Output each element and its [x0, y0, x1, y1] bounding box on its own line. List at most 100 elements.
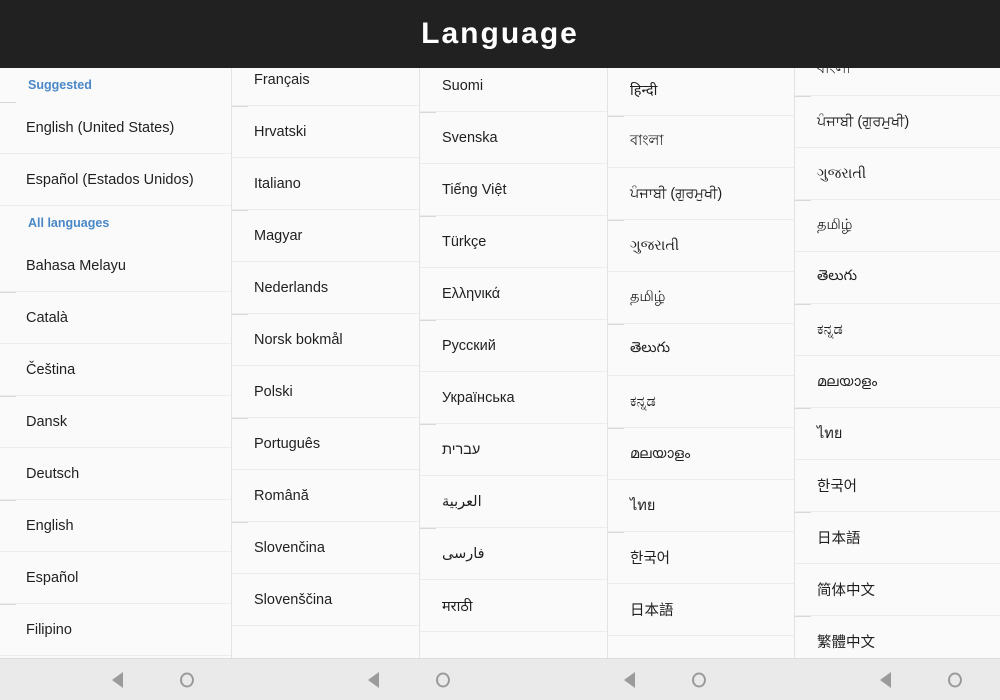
- language-label: Suomi: [442, 77, 484, 94]
- language-list-item[interactable]: 简体中文: [795, 564, 1000, 616]
- language-label: 日本語: [817, 531, 861, 547]
- language-list-item[interactable]: தமிழ்: [608, 272, 794, 324]
- language-list-panel[interactable]: Suggested English (United States) Español …: [0, 68, 232, 658]
- language-list-item[interactable]: ਪੰਜਾਬੀ (ਗੁਰਮੁਖੀ): [608, 168, 794, 220]
- language-list-item[interactable]: Español (Estados Unidos): [0, 154, 231, 206]
- scroll-edge-tick: [0, 292, 16, 293]
- language-list-item[interactable]: Hrvatski: [232, 106, 419, 158]
- language-list: Suomi Svenska Tiếng Việt Türkçe Ελληνικά Русс…: [420, 68, 607, 632]
- language-list-item[interactable]: Suomi: [420, 68, 607, 112]
- language-list-item[interactable]: Français: [232, 68, 419, 106]
- app-header: Language: [0, 0, 1000, 68]
- language-label: Italiano: [254, 175, 301, 192]
- scroll-edge-tick: [232, 314, 248, 315]
- scroll-edge-tick: [608, 116, 624, 117]
- language-list-item[interactable]: Nederlands: [232, 262, 419, 314]
- language-panels-container: Suggested English (United States) Español …: [0, 68, 1000, 658]
- language-list-item[interactable]: Filipino: [0, 604, 231, 656]
- home-circle-icon[interactable]: [436, 672, 450, 687]
- language-list-panel[interactable]: Suomi Svenska Tiếng Việt Türkçe Ελληνικά Русс…: [420, 68, 608, 658]
- language-list-item[interactable]: ગુજરાતી: [608, 220, 794, 272]
- language-list-item[interactable]: ਪੰਜਾਬੀ (ਗੁਰਮੁਖੀ): [795, 96, 1000, 148]
- language-list-item[interactable]: Slovenščina: [232, 574, 419, 626]
- language-list-item[interactable]: ไทย: [795, 408, 1000, 460]
- language-list-item[interactable]: Română: [232, 470, 419, 522]
- language-list-item[interactable]: Türkçe: [420, 216, 607, 268]
- language-label: 日本語: [630, 603, 674, 619]
- language-list-item[interactable]: Polski: [232, 366, 419, 418]
- language-list-item[interactable]: മലയാളം: [795, 356, 1000, 408]
- language-list: हिन्दी বাংলা ਪੰਜਾਬੀ (ਗੁਰਮੁਖੀ) ગુજરાતી தமிழ் త…: [608, 68, 794, 636]
- language-label: தமிழ்: [817, 216, 853, 233]
- language-list-item[interactable]: ไทย: [608, 480, 794, 532]
- language-label: ગુજરાતી: [817, 165, 867, 182]
- language-list-item[interactable]: मराठी: [420, 580, 607, 632]
- back-triangle-icon[interactable]: [112, 671, 123, 688]
- language-list-item[interactable]: 日本語: [795, 512, 1000, 564]
- language-list-item[interactable]: Norsk bokmål: [232, 314, 419, 366]
- scroll-edge-tick: [420, 112, 436, 113]
- back-triangle-icon[interactable]: [624, 671, 635, 688]
- language-label: العربية: [442, 493, 482, 510]
- language-list-panel[interactable]: Français Hrvatski Italiano Magyar Nederlands…: [232, 68, 420, 658]
- home-circle-icon[interactable]: [948, 672, 962, 687]
- language-label: Deutsch: [26, 465, 80, 482]
- language-list-item[interactable]: தமிழ்: [795, 200, 1000, 252]
- language-list-item[interactable]: فارسی: [420, 528, 607, 580]
- language-list-item[interactable]: Català: [0, 292, 231, 344]
- language-list-item[interactable]: Русский: [420, 320, 607, 372]
- language-label: Українська: [442, 389, 515, 406]
- language-list: Français Hrvatski Italiano Magyar Nederlands…: [232, 68, 419, 626]
- language-list-item[interactable]: বাংলা: [608, 116, 794, 168]
- language-label: فارسی: [442, 545, 485, 562]
- back-triangle-icon[interactable]: [880, 671, 891, 688]
- scroll-edge-tick: [795, 96, 811, 97]
- language-list-item[interactable]: 한국어: [608, 532, 794, 584]
- list-section-header: Suggested: [0, 68, 231, 102]
- language-list-item[interactable]: മലയാളം: [608, 428, 794, 480]
- language-list-item[interactable]: Bahasa Melayu: [0, 240, 231, 292]
- language-list-item[interactable]: ಕನ್ನಡ: [608, 376, 794, 428]
- language-list-item[interactable]: ಕನ್ನಡ: [795, 304, 1000, 356]
- language-list-item[interactable]: Ελληνικά: [420, 268, 607, 320]
- language-label: മലയാളം: [817, 373, 878, 390]
- language-list-item[interactable]: Svenska: [420, 112, 607, 164]
- language-label: English (United States): [26, 119, 175, 136]
- language-list-item[interactable]: తెలుగు: [795, 252, 1000, 304]
- language-list-item[interactable]: Čeština: [0, 344, 231, 396]
- language-label: Slovenčina: [254, 539, 325, 556]
- language-list-item[interactable]: English: [0, 500, 231, 552]
- language-list-panel[interactable]: हिन्दी বাংলা ਪੰਜਾਬੀ (ਗੁਰਮੁਖੀ) ગુજરાતી தமிழ் త…: [608, 68, 795, 658]
- language-label: Nederlands: [254, 279, 329, 296]
- language-list-item[interactable]: 繁體中文: [795, 616, 1000, 658]
- language-list-item[interactable]: বাংলা: [795, 68, 1000, 96]
- home-circle-icon[interactable]: [692, 672, 706, 687]
- section-label: Suggested: [28, 78, 92, 92]
- language-list-item[interactable]: Slovenčina: [232, 522, 419, 574]
- language-list-item[interactable]: Українська: [420, 372, 607, 424]
- language-label: ગુજરાતી: [630, 237, 680, 254]
- language-list-item[interactable]: हिन्दी: [608, 68, 794, 116]
- home-circle-icon[interactable]: [180, 672, 194, 687]
- language-list-item[interactable]: Italiano: [232, 158, 419, 210]
- language-list-item[interactable]: Tiếng Việt: [420, 164, 607, 216]
- language-list-item[interactable]: Português: [232, 418, 419, 470]
- scroll-edge-tick: [608, 324, 624, 325]
- language-list-item[interactable]: עברית: [420, 424, 607, 476]
- language-list-item[interactable]: Dansk: [0, 396, 231, 448]
- language-label: 繁體中文: [817, 635, 875, 651]
- language-list-item[interactable]: తెలుగు: [608, 324, 794, 376]
- language-list-item[interactable]: Español: [0, 552, 231, 604]
- language-list-item[interactable]: Deutsch: [0, 448, 231, 500]
- language-list-item[interactable]: 한국어: [795, 460, 1000, 512]
- back-triangle-icon[interactable]: [368, 671, 379, 688]
- language-label: Español: [26, 569, 79, 586]
- language-list-item[interactable]: 日本語: [608, 584, 794, 636]
- language-list-panel[interactable]: বাংলা ਪੰਜਾਬੀ (ਗੁਰਮੁਖੀ) ગુજરાતી தமிழ் తెలుగు ಕ…: [795, 68, 1000, 658]
- language-list-item[interactable]: English (United States): [0, 102, 231, 154]
- language-list-item[interactable]: Magyar: [232, 210, 419, 262]
- language-label: Ελληνικά: [442, 285, 501, 302]
- language-list-item[interactable]: العربية: [420, 476, 607, 528]
- language-list-item[interactable]: ગુજરાતી: [795, 148, 1000, 200]
- language-label: മലയാളം: [630, 445, 691, 462]
